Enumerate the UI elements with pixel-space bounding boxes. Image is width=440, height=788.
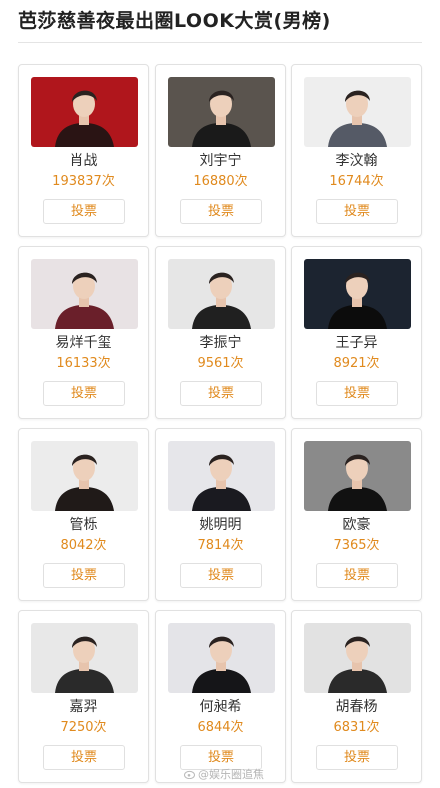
page-title: 芭莎慈善夜最出圈LOOK大赏(男榜)	[18, 10, 331, 32]
vote-button[interactable]: 投票	[316, 381, 398, 406]
vote-count: 6844次	[156, 719, 285, 737]
vote-count: 8921次	[292, 355, 421, 373]
vote-button[interactable]: 投票	[180, 381, 262, 406]
vote-count: 16880次	[156, 173, 285, 191]
vote-count-number: 16133	[56, 356, 98, 371]
vote-count-number: 16880	[193, 174, 235, 189]
vote-count-suffix: 次	[93, 720, 107, 735]
candidate-name: 姚明明	[199, 517, 242, 533]
vote-count-suffix: 次	[366, 356, 380, 371]
page-header: 芭莎慈善夜最出圈LOOK大赏(男榜)	[18, 7, 422, 43]
candidate-card: 嘉羿 7250次投票	[18, 610, 149, 783]
vote-count-number: 8921	[333, 356, 367, 371]
vote-button[interactable]: 投票	[43, 381, 125, 406]
vote-count-number: 7814	[197, 538, 231, 553]
vote-button[interactable]: 投票	[316, 199, 398, 224]
candidate-photo	[31, 259, 138, 329]
vote-count: 16744次	[292, 173, 421, 191]
candidate-photo	[168, 441, 275, 511]
candidate-name: 王子异	[335, 335, 378, 351]
vote-count-number: 7365	[333, 538, 367, 553]
vote-count-suffix: 次	[101, 174, 115, 189]
vote-count-suffix: 次	[230, 720, 244, 735]
vote-button[interactable]: 投票	[43, 745, 125, 770]
candidate-photo	[304, 259, 411, 329]
candidate-name: 欧豪	[342, 517, 371, 533]
vote-button[interactable]: 投票	[316, 745, 398, 770]
vote-count-suffix: 次	[370, 174, 384, 189]
candidate-photo	[31, 623, 138, 693]
candidate-card: 胡春杨 6831次投票	[291, 610, 422, 783]
vote-button[interactable]: 投票	[180, 745, 262, 770]
candidate-name: 嘉羿	[69, 699, 98, 715]
candidate-photo	[168, 77, 275, 147]
vote-count: 9561次	[156, 355, 285, 373]
vote-count: 193837次	[19, 173, 148, 191]
candidate-name: 李振宁	[199, 335, 242, 351]
candidate-photo	[304, 77, 411, 147]
weibo-icon	[184, 770, 195, 779]
candidate-card: 刘宇宁 16880次投票	[155, 64, 286, 237]
vote-count: 8042次	[19, 537, 148, 555]
candidate-card: 李汶翰 16744次投票	[291, 64, 422, 237]
candidate-card: 王子异 8921次投票	[291, 246, 422, 419]
vote-count-suffix: 次	[234, 174, 248, 189]
candidate-card: 管栎 8042次投票	[18, 428, 149, 601]
vote-button[interactable]: 投票	[180, 199, 262, 224]
vote-count: 6831次	[292, 719, 421, 737]
vote-count-suffix: 次	[366, 538, 380, 553]
candidate-name: 胡春杨	[335, 699, 378, 715]
candidate-photo	[304, 623, 411, 693]
vote-button[interactable]: 投票	[316, 563, 398, 588]
candidate-card: 肖战 193837次投票	[18, 64, 149, 237]
candidate-name: 刘宇宁	[199, 153, 242, 169]
vote-count-number: 9561	[197, 356, 231, 371]
vote-count: 7250次	[19, 719, 148, 737]
candidate-photo	[31, 441, 138, 511]
vote-count-suffix: 次	[230, 356, 244, 371]
vote-count: 16133次	[19, 355, 148, 373]
candidate-name: 管栎	[69, 517, 98, 533]
candidate-photo	[168, 259, 275, 329]
vote-count: 7365次	[292, 537, 421, 555]
vote-count-number: 7250	[60, 720, 94, 735]
candidate-photo	[31, 77, 138, 147]
vote-count-number: 6831	[333, 720, 367, 735]
vote-count: 7814次	[156, 537, 285, 555]
candidate-name: 何昶希	[199, 699, 242, 715]
vote-button[interactable]: 投票	[43, 199, 125, 224]
candidate-card: 姚明明 7814次投票	[155, 428, 286, 601]
vote-count-suffix: 次	[93, 538, 107, 553]
vote-count-number: 16744	[329, 174, 371, 189]
candidate-card: 易烊千玺 16133次投票	[18, 246, 149, 419]
candidate-name: 李汶翰	[335, 153, 378, 169]
vote-count-number: 8042	[60, 538, 94, 553]
vote-count-suffix: 次	[97, 356, 111, 371]
vote-button[interactable]: 投票	[180, 563, 262, 588]
candidate-card: 李振宁 9561次投票	[155, 246, 286, 419]
candidate-photo	[168, 623, 275, 693]
vote-count-suffix: 次	[366, 720, 380, 735]
candidate-card: 何昶希 6844次投票	[155, 610, 286, 783]
vote-count-number: 6844	[197, 720, 231, 735]
candidate-card: 欧豪 7365次投票	[291, 428, 422, 601]
watermark: @娱乐圈追焦	[184, 768, 264, 782]
watermark-text: @娱乐圈追焦	[198, 768, 264, 781]
vote-button[interactable]: 投票	[43, 563, 125, 588]
candidate-photo	[304, 441, 411, 511]
vote-count-number: 193837	[52, 174, 102, 189]
candidate-name: 肖战	[69, 153, 98, 169]
vote-count-suffix: 次	[230, 538, 244, 553]
candidate-name: 易烊千玺	[55, 335, 112, 351]
